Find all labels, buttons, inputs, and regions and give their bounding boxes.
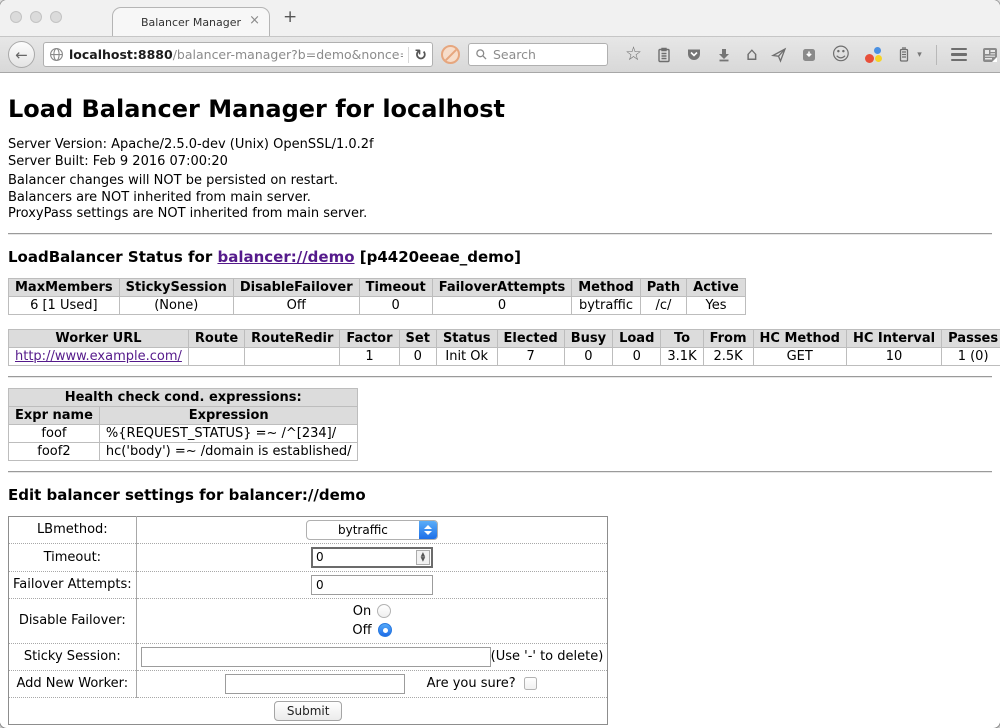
notice-proxypass: ProxyPass settings are NOT inherited fro… — [8, 206, 992, 223]
search-placeholder: Search — [493, 47, 536, 62]
browser-window: Balancer Manager × + ← localhost:8880/ba… — [0, 0, 1000, 728]
timeout-label: Timeout: — [9, 543, 137, 571]
form-row-disable-failover: Disable Failover: On Off — [9, 598, 608, 643]
content-blocked-icon[interactable] — [441, 45, 460, 64]
menu-icon[interactable] — [951, 48, 967, 62]
new-tab-button[interactable]: + — [283, 7, 297, 27]
health-check-table: Health check cond. expressions: Expr nam… — [8, 388, 358, 461]
disable-failover-label: Disable Failover: — [9, 598, 137, 643]
pocket-icon[interactable] — [686, 47, 702, 63]
blue-dot — [874, 47, 881, 54]
minimize-window-button[interactable] — [30, 11, 42, 23]
sticky-session-label: Sticky Session: — [9, 643, 137, 670]
edit-settings-heading: Edit balancer settings for balancer://de… — [8, 486, 992, 504]
home-icon[interactable]: ⌂ — [746, 46, 757, 64]
container-extension-icon[interactable] — [896, 47, 912, 63]
url-text: localhost:8880/balancer-manager?b=demo&n… — [69, 47, 403, 62]
sticky-session-input[interactable] — [141, 647, 491, 667]
notice-inherit: Balancers are NOT inherited from main se… — [8, 190, 992, 207]
timeout-input[interactable] — [313, 550, 416, 564]
add-worker-label: Add New Worker: — [9, 670, 137, 697]
radio-on-label: On — [353, 604, 371, 619]
timeout-field-wrapper: ▲▼ — [311, 547, 433, 568]
navigation-toolbar: ← localhost:8880/balancer-manager?b=demo… — [0, 36, 1000, 73]
form-row-failover-attempts: Failover Attempts: — [9, 571, 608, 598]
search-icon — [475, 48, 488, 61]
downloads-icon[interactable] — [716, 47, 732, 63]
tab-bar: Balancer Manager × + — [0, 0, 1000, 36]
add-worker-input[interactable] — [225, 674, 405, 694]
globe-icon — [49, 47, 64, 62]
table-header-row: Worker URL Route RouteRedir Factor Set S… — [9, 329, 1000, 347]
radio-off-label: Off — [352, 623, 371, 638]
server-version: Server Version: Apache/2.5.0-dev (Unix) … — [8, 137, 992, 154]
number-spinner-icon[interactable]: ▲▼ — [416, 550, 430, 565]
section-divider — [8, 471, 992, 473]
window-controls — [10, 11, 62, 23]
feedback-smiley-icon[interactable]: ☺ — [831, 46, 850, 64]
form-row-lbmethod: LBmethod: bytraffic — [9, 516, 608, 543]
form-row-add-worker: Add New Worker: Are you sure? — [9, 670, 608, 697]
server-built: Server Built: Feb 9 2016 07:00:20 — [8, 154, 992, 171]
url-bar[interactable]: localhost:8880/balancer-manager?b=demo&n… — [43, 42, 433, 67]
table-row: foof2 hc('body') =~ /domain is establish… — [9, 442, 358, 460]
overflow-caret-icon[interactable]: ▾ — [917, 50, 922, 60]
lbmethod-select[interactable]: bytraffic — [306, 520, 438, 540]
disable-failover-on-radio[interactable] — [377, 604, 391, 618]
health-table-title: Health check cond. expressions: — [9, 388, 358, 406]
worker-status-table: Worker URL Route RouteRedir Factor Set S… — [8, 329, 1000, 366]
close-window-button[interactable] — [10, 11, 22, 23]
submit-button[interactable]: Submit — [274, 701, 343, 721]
back-arrow-icon: ← — [15, 46, 28, 64]
form-row-sticky-session: Sticky Session: (Use '-' to delete) — [9, 643, 608, 670]
table-row: http://www.example.com/ 1 0 Init Ok 7 0 … — [9, 347, 1000, 365]
table-header-row: Expr name Expression — [9, 406, 358, 424]
status-heading: LoadBalancer Status for balancer://demo … — [8, 248, 992, 266]
tab-title: Balancer Manager — [141, 16, 241, 29]
sticky-session-hint: (Use '-' to delete) — [491, 649, 604, 664]
section-divider — [8, 376, 992, 378]
yellow-dot — [875, 55, 882, 62]
page-title: Load Balancer Manager for localhost — [8, 95, 992, 123]
send-tab-icon[interactable] — [771, 47, 787, 63]
section-divider — [8, 233, 992, 235]
form-row-submit: Submit — [9, 697, 608, 724]
url-path: /balancer-manager?b=demo&nonce=decc37be-… — [173, 47, 404, 62]
colored-dots-extension-icon[interactable] — [864, 47, 882, 63]
table-title-row: Health check cond. expressions: — [9, 388, 358, 406]
toolbar-divider — [936, 45, 937, 65]
form-row-timeout: Timeout: ▲▼ — [9, 543, 608, 571]
reload-icon[interactable]: ↻ — [414, 46, 427, 64]
back-button[interactable]: ← — [8, 41, 35, 68]
notice-persist: Balancer changes will NOT be persisted o… — [8, 173, 992, 190]
table-row: foof %{REQUEST_STATUS} =~ /^[234]/ — [9, 424, 358, 442]
bookmark-star-icon[interactable]: ☆ — [625, 45, 642, 64]
search-input[interactable]: Search — [468, 43, 608, 66]
table-row: 6 [1 Used] (None) Off 0 0 bytraffic /c/ … — [9, 296, 746, 314]
lbmethod-selected-value: bytraffic — [307, 523, 419, 537]
url-domain: localhost:8880 — [69, 47, 173, 62]
failover-attempts-input[interactable] — [311, 575, 433, 595]
lbmethod-label: LBmethod: — [9, 516, 137, 543]
download-box-icon[interactable] — [801, 47, 817, 63]
tab-balancer-manager[interactable]: Balancer Manager × — [112, 7, 270, 36]
balancer-settings-form: LBmethod: bytraffic Timeout: ▲▼ — [8, 516, 608, 725]
urlbar-divider — [408, 47, 409, 63]
select-stepper-icon — [419, 521, 437, 539]
failover-attempts-label: Failover Attempts: — [9, 571, 137, 598]
screenshot-extension-icon[interactable] — [981, 46, 999, 64]
balancer-status-table: MaxMembers StickySession DisableFailover… — [8, 278, 746, 315]
table-header-row: MaxMembers StickySession DisableFailover… — [9, 278, 746, 296]
tab-close-icon[interactable]: × — [249, 14, 260, 27]
confirm-checkbox[interactable] — [524, 677, 537, 690]
confirm-label: Are you sure? — [427, 676, 516, 691]
worker-url-link[interactable]: http://www.example.com/ — [15, 349, 182, 364]
disable-failover-off-radio[interactable] — [378, 623, 392, 637]
page-content: Load Balancer Manager for localhost Serv… — [0, 73, 1000, 727]
balancer-demo-link[interactable]: balancer://demo — [217, 248, 354, 266]
zoom-window-button[interactable] — [50, 11, 62, 23]
red-dot — [865, 54, 874, 63]
reading-list-icon[interactable] — [656, 47, 672, 63]
toolbar-icons: ☆ ⌂ ☺ — [625, 45, 999, 65]
